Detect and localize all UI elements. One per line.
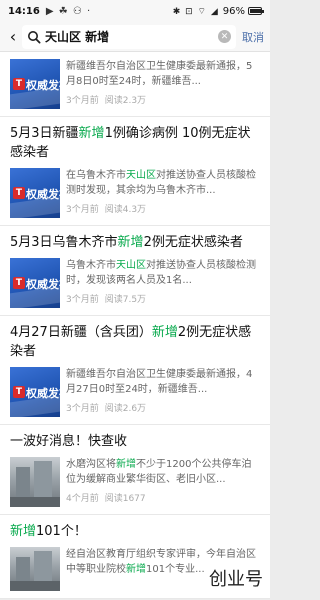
thumbnail-label: 权威发布: [26, 188, 60, 201]
thumbnail-label: 权威发布: [26, 387, 60, 400]
snippet-segment: 天山区: [126, 170, 156, 181]
result-reads: 阅读1677: [104, 494, 146, 504]
thumbnail-label: 权威发布: [26, 278, 60, 291]
status-time: 14:16: [8, 5, 40, 17]
result-item[interactable]: 5月3日乌鲁木齐市新增2例无症状感染者 T权威发布乌鲁木齐市天山区对推送协查人员核…: [0, 226, 270, 316]
result-snippet: 水磨沟区将新增不少于1200个公共停车泊位为缓解商业繁华街区、老旧小区...: [66, 457, 260, 487]
notification-icons: ▶ ☘ ⚇ ·: [45, 5, 92, 17]
result-thumbnail: [10, 457, 60, 507]
title-segment: 新增: [10, 524, 37, 539]
title-segment: 新增: [117, 235, 144, 250]
result-title: 5月3日乌鲁木齐市新增2例无症状感染者: [10, 233, 260, 252]
result-item[interactable]: T权威发布新疆维吾尔自治区卫生健康委最新通报，5月8日0时至24时，新疆维吾..…: [0, 52, 270, 117]
system-icons: ✱ ⊡ ⌔ ◢: [172, 6, 219, 17]
search-input[interactable]: 天山区 新增: [45, 28, 218, 45]
result-item[interactable]: 5月3日新疆新增1例确诊病例 10例无症状感染者 T权威发布在乌鲁木齐市天山区对推…: [0, 117, 270, 226]
result-time: 3个月前: [66, 404, 99, 414]
title-segment: 2例无症状感染者: [143, 235, 243, 250]
title-segment: 一波好消息！快查收: [10, 434, 128, 449]
battery-percent: 96%: [222, 5, 245, 17]
result-thumbnail: T权威发布: [10, 168, 60, 218]
result-title: 5月3日新疆新增1例确诊病例 10例无症状感染者: [10, 124, 260, 162]
title-segment: 5月3日乌鲁木齐市: [10, 235, 118, 250]
search-icon: [28, 30, 41, 44]
title-segment: 新增: [78, 126, 105, 141]
search-header: ‹ 天山区 新增 ✕ 取消: [0, 22, 270, 52]
brand-logo-icon: T: [13, 78, 25, 90]
result-thumbnail: T权威发布: [10, 59, 60, 109]
title-segment: 101个！: [36, 524, 87, 539]
snippet-segment: 新增: [116, 459, 136, 470]
snippet-segment: 水磨沟区将: [66, 459, 116, 470]
result-snippet: 新疆维吾尔自治区卫生健康委最新通报，4月27日0时至24时，新疆维吾...: [66, 367, 260, 397]
snippet-segment: 新疆维吾尔自治区卫生健康委最新通报，4月27日0时至24时，新疆维吾...: [66, 369, 253, 395]
result-thumbnail: T权威发布: [10, 258, 60, 308]
result-meta: 4个月前 阅读1677: [66, 491, 260, 504]
result-meta: 3个月前 阅读4.3万: [66, 202, 260, 215]
snippet-segment: 新增: [126, 564, 146, 575]
result-reads: 阅读2.6万: [104, 404, 147, 414]
snippet-segment: 天山区: [116, 260, 146, 271]
snippet-segment: 101个专业...: [146, 564, 205, 575]
back-icon[interactable]: ‹: [4, 26, 22, 48]
brand-logo-icon: T: [13, 277, 25, 289]
result-snippet: 新疆维吾尔自治区卫生健康委最新通报，5月8日0时至24时，新疆维吾...: [66, 59, 260, 89]
result-meta: 3个月前 阅读2.6万: [66, 401, 260, 414]
result-meta: 3个月前 阅读2.3万: [66, 93, 260, 106]
result-reads: 阅读4.3万: [104, 205, 147, 215]
snippet-segment: 新疆维吾尔自治区卫生健康委最新通报，5月8日0时至24时，新疆维吾...: [66, 61, 253, 87]
result-time: 4个月前: [66, 494, 99, 504]
result-meta: 3个月前 阅读7.5万: [66, 292, 260, 305]
snippet-segment: 乌鲁木齐市: [66, 260, 116, 271]
thumbnail-label: 权威发布: [26, 79, 60, 92]
result-item[interactable]: 一波好消息！快查收水磨沟区将新增不少于1200个公共停车泊位为缓解商业繁华街区、…: [0, 425, 270, 515]
title-segment: 新增: [151, 325, 178, 340]
result-snippet: 乌鲁木齐市天山区对推送协查人员核酸检测时，发现该两名人员及1名...: [66, 258, 260, 288]
result-title: 4月27日新疆（含兵团）新增2例无症状感染者: [10, 323, 260, 361]
cancel-button[interactable]: 取消: [242, 29, 264, 45]
brand-logo-icon: T: [13, 386, 25, 398]
snippet-segment: 在乌鲁木齐市: [66, 170, 126, 181]
result-title: 新增101个！: [10, 522, 260, 541]
battery-icon: [248, 7, 264, 15]
result-item[interactable]: 4月27日新疆（含兵团）新增2例无症状感染者 T权威发布新疆维吾尔自治区卫生健康委…: [0, 316, 270, 425]
result-reads: 阅读7.5万: [104, 295, 147, 305]
brand-logo-icon: T: [13, 187, 25, 199]
result-snippet: 在乌鲁木齐市天山区对推送协查人员核酸检测时发现，其余均为乌鲁木齐市...: [66, 168, 260, 198]
result-thumbnail: T权威发布: [10, 367, 60, 417]
result-time: 3个月前: [66, 295, 99, 305]
status-bar: 14:16 ▶ ☘ ⚇ · ✱ ⊡ ⌔ ◢ 96%: [0, 0, 270, 22]
clear-icon[interactable]: ✕: [218, 30, 231, 43]
watermark: 创业号: [206, 564, 266, 592]
result-time: 3个月前: [66, 96, 99, 106]
title-segment: 4月27日新疆（含兵团）: [10, 325, 152, 340]
result-title: 一波好消息！快查收: [10, 432, 260, 451]
result-time: 3个月前: [66, 205, 99, 215]
result-thumbnail: [10, 547, 60, 591]
title-segment: 5月3日新疆: [10, 126, 79, 141]
result-reads: 阅读2.3万: [104, 96, 147, 106]
results-list: T权威发布新疆维吾尔自治区卫生健康委最新通报，5月8日0时至24时，新疆维吾..…: [0, 52, 270, 599]
search-box[interactable]: 天山区 新增 ✕: [22, 24, 236, 49]
